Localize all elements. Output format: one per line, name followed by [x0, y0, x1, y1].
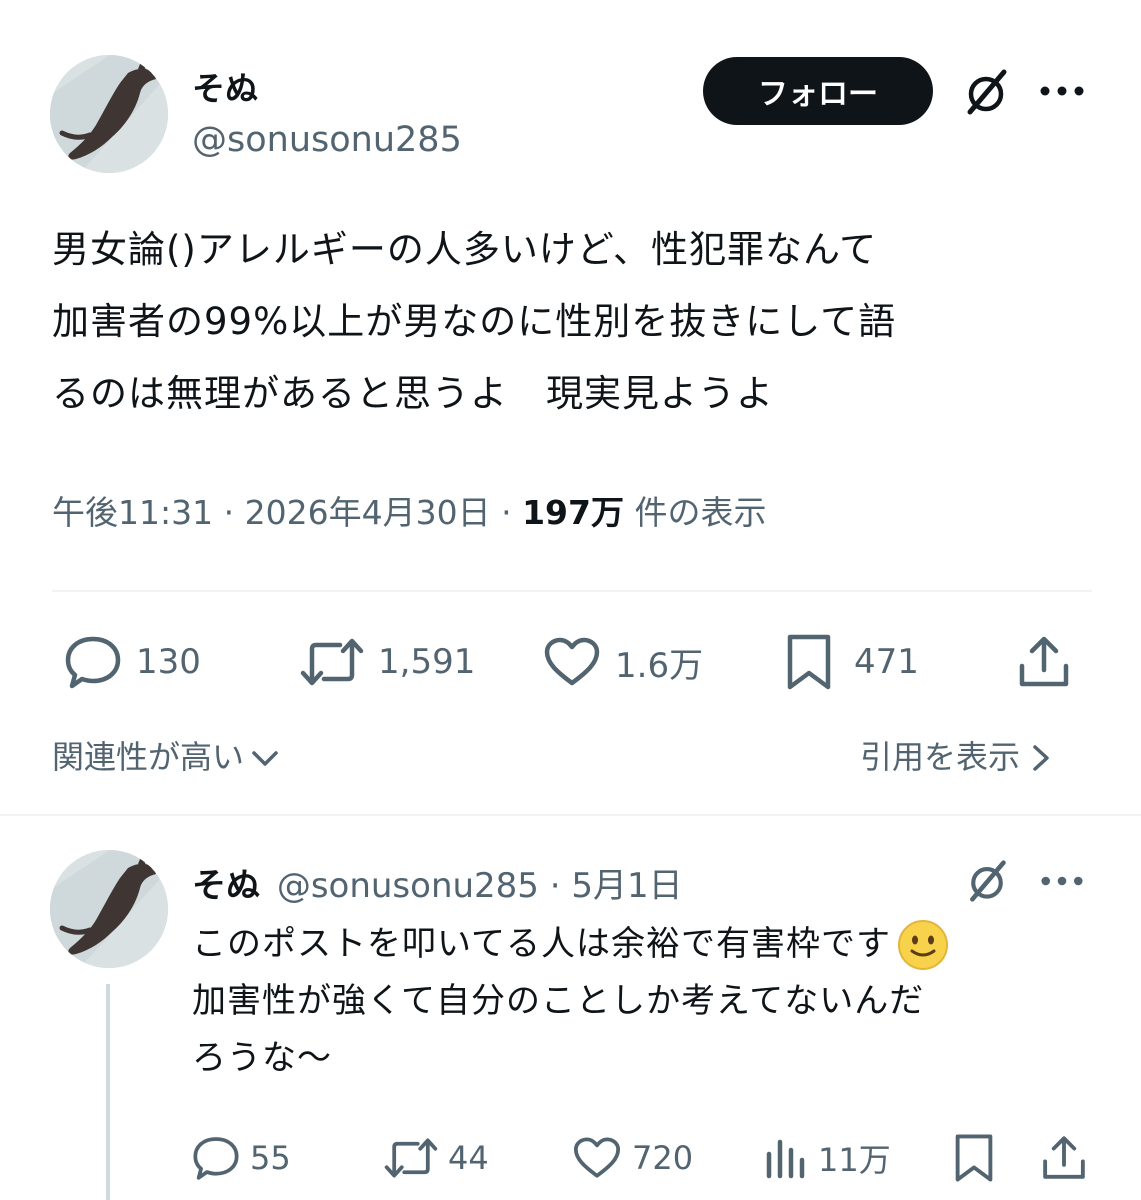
reply-bubble-icon: [193, 1137, 239, 1180]
separator: ·: [223, 493, 235, 532]
views-label: 件の表示: [634, 493, 767, 532]
grok-slash-icon[interactable]: [962, 856, 1012, 906]
views-count[interactable]: 197万: [522, 493, 624, 532]
follow-button[interactable]: フォロー: [703, 57, 933, 125]
reply-header: そぬ @sonusonu285 · 5月1日: [192, 858, 683, 907]
reply-text-line: このポストを叩いてる人は余裕で有害枠です: [192, 924, 891, 964]
reply-reply-count: 55: [250, 1139, 291, 1177]
reply-share-button[interactable]: [1040, 1132, 1088, 1184]
separator: ·: [501, 493, 512, 532]
share-button[interactable]: [1016, 632, 1072, 692]
post-text-line: 加害者の99%以上が男なのに性別を抜きにして語: [52, 300, 897, 343]
post-text-line: 男女論()アレルギーの人多いけど、性犯罪なんて: [52, 228, 878, 271]
chevron-right-icon: [1033, 745, 1049, 771]
reply-date[interactable]: 5月1日: [571, 866, 682, 906]
reply-display-name[interactable]: そぬ: [192, 866, 260, 906]
reply-handle[interactable]: @sonusonu285: [277, 866, 539, 906]
thread-line: [106, 984, 110, 1200]
reply-text-line: ろうな〜: [192, 1038, 332, 1078]
display-name[interactable]: そぬ: [192, 62, 258, 110]
bookmark-icon: [955, 1134, 993, 1182]
repost-count: 1,591: [378, 642, 476, 682]
cat-photo-icon: [50, 55, 168, 173]
reply-reply-button[interactable]: 55: [192, 1132, 291, 1184]
reply-count: 130: [136, 642, 201, 682]
share-upload-icon: [1019, 636, 1069, 687]
post-date[interactable]: 2026年4月30日: [245, 493, 491, 532]
divider: [0, 814, 1141, 816]
share-upload-icon: [1043, 1136, 1085, 1179]
reply-repost-button[interactable]: 44: [384, 1132, 489, 1184]
quotes-label: 引用を表示: [860, 738, 1021, 776]
repost-arrows-icon: [300, 638, 364, 686]
cat-photo-icon: [50, 850, 168, 968]
slightly-smiling-face-emoji: [897, 919, 948, 970]
repost-button[interactable]: 1,591: [300, 632, 475, 692]
reply-like-button[interactable]: 720: [572, 1132, 693, 1184]
view-quotes-link[interactable]: 引用を表示: [860, 732, 1052, 778]
reply-bubble-icon: [65, 636, 121, 689]
chevron-down-icon: [252, 751, 278, 766]
sort-label: 関連性が高い: [52, 738, 245, 776]
bookmark-button[interactable]: 471: [786, 632, 919, 692]
bookmark-icon: [787, 634, 831, 690]
post-text: 男女論()アレルギーの人多いけど、性犯罪なんて 加害者の99%以上が男なのに性別…: [52, 214, 1112, 430]
more-dots-icon[interactable]: [1036, 866, 1088, 896]
divider: [52, 590, 1092, 592]
like-count: 1.6万: [615, 645, 704, 686]
bookmark-count: 471: [854, 642, 919, 682]
grok-slash-icon[interactable]: [958, 64, 1014, 120]
post-meta: 午後11:31 · 2026年4月30日 · 197万 件の表示: [52, 486, 766, 534]
reply-bookmark-button[interactable]: [954, 1132, 994, 1184]
heart-icon: [573, 1137, 621, 1178]
reply-button[interactable]: 130: [64, 632, 201, 692]
heart-icon: [544, 637, 600, 686]
reply-views-count: 11万: [818, 1141, 891, 1179]
reply-avatar[interactable]: [50, 850, 168, 968]
repost-arrows-icon: [384, 1138, 438, 1178]
views-bar-chart-icon: [766, 1139, 805, 1179]
reply-text-line: 加害性が強くて自分のことしか考えてないんだ: [192, 981, 925, 1021]
reply-like-count: 720: [632, 1139, 694, 1177]
avatar[interactable]: [50, 55, 168, 173]
reply-repost-count: 44: [448, 1139, 489, 1177]
reply-text: このポストを叩いてる人は余裕で有害枠です 加害性が強くて自分のことしか考えてない…: [192, 916, 1122, 1087]
post-time[interactable]: 午後11:31: [52, 493, 213, 532]
more-dots-icon[interactable]: [1036, 76, 1088, 106]
like-button[interactable]: 1.6万: [543, 632, 703, 692]
post-text-line: るのは無理があると思うよ 現実見ようよ: [52, 372, 774, 415]
sort-dropdown[interactable]: 関連性が高い: [52, 732, 280, 778]
separator: ·: [549, 866, 561, 906]
user-handle[interactable]: @sonusonu285: [192, 120, 462, 160]
reply-views-button[interactable]: 11万: [764, 1132, 891, 1184]
